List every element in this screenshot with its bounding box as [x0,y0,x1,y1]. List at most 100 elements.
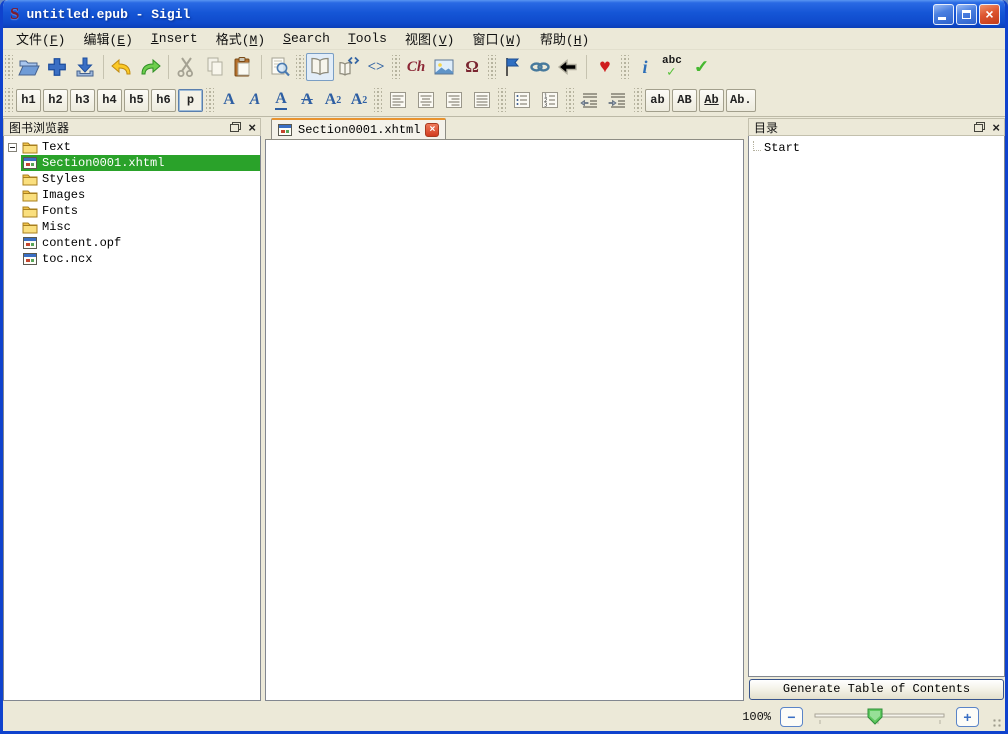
menu-view[interactable]: 视图(V) [396,27,463,50]
tree-item-toc-ncx[interactable]: toc.ncx [4,251,260,267]
zoom-slider[interactable] [812,706,947,728]
title-bar[interactable]: S untitled.epub - Sigil × [3,0,1005,28]
zoom-out-button[interactable]: − [780,707,803,727]
insert-id-button[interactable] [498,53,526,81]
uppercase-button[interactable]: AB [672,89,697,112]
tree-item-styles-folder[interactable]: Styles [4,171,260,187]
superscript-button[interactable]: A2 [346,88,372,112]
heading-3-button[interactable]: h3 [70,89,95,112]
toolbar-handle[interactable] [392,55,400,79]
validate-epub-button[interactable]: ✓ [687,53,715,81]
toolbar-handle[interactable] [374,88,382,112]
toolbar-handle[interactable] [296,55,304,79]
numbered-list-button[interactable] [536,86,564,114]
tree-item-images-folder[interactable]: Images [4,187,260,203]
close-button[interactable]: × [979,4,1000,25]
paste-button[interactable] [229,53,257,81]
tree-item-label: Text [42,140,71,154]
menu-file[interactable]: 文件(F) [7,27,74,50]
tree-item-fonts-folder[interactable]: Fonts [4,203,260,219]
maximize-button[interactable] [956,4,977,25]
toolbar-handle[interactable] [566,88,574,112]
close-panel-icon[interactable]: × [991,121,1001,134]
book-view-button[interactable] [306,53,334,81]
undo-button[interactable] [108,53,136,81]
menu-help[interactable]: 帮助(H) [531,27,598,50]
decrease-indent-button[interactable] [576,86,604,114]
add-existing-files-button[interactable] [43,53,71,81]
minimize-button[interactable] [933,4,954,25]
validate-check-icon: ✓ [695,54,708,80]
copy-button[interactable] [201,53,229,81]
toolbar-handle[interactable] [5,88,13,112]
menu-format[interactable]: 格式(M) [207,27,274,50]
insert-link-button[interactable] [526,53,554,81]
zoom-in-button[interactable]: + [956,707,979,727]
increase-indent-button[interactable] [604,86,632,114]
generate-toc-button[interactable]: Generate Table of Contents [749,679,1004,700]
tree-item-section0001[interactable]: Section0001.xhtml [4,155,260,171]
lowercase-button[interactable]: ab [645,89,670,112]
save-button[interactable] [71,53,99,81]
tab-label: Section0001.xhtml [298,123,420,137]
float-panel-icon[interactable] [230,122,241,132]
align-center-button[interactable] [412,86,440,114]
toolbar-handle[interactable] [498,88,506,112]
cut-button[interactable] [173,53,201,81]
toolbar-handle[interactable] [621,55,629,79]
heading-2-button[interactable]: h2 [43,89,68,112]
tree-item-content-opf[interactable]: content.opf [4,235,260,251]
close-panel-icon[interactable]: × [247,121,257,134]
heading-4-button[interactable]: h4 [97,89,122,112]
bulleted-list-button[interactable] [508,86,536,114]
menu-tools[interactable]: Tools [339,29,396,48]
align-right-button[interactable] [440,86,468,114]
underline-button[interactable]: A [268,88,294,112]
toc-tree: Start [748,136,1005,677]
redo-button[interactable] [136,53,164,81]
menu-insert[interactable]: Insert [142,29,207,48]
toc-button-bar: Generate Table of Contents [748,677,1005,701]
align-left-button[interactable] [384,86,412,114]
align-justify-button[interactable] [468,86,496,114]
italic-button[interactable]: A [242,88,268,112]
tree-item-misc-folder[interactable]: Misc [4,219,260,235]
split-view-button[interactable] [334,53,362,81]
metadata-editor-button[interactable]: i [631,53,659,81]
toolbar-handle[interactable] [206,88,214,112]
donate-button[interactable]: ♥ [591,53,619,81]
heading-5-button[interactable]: h5 [124,89,149,112]
toolbar-handle[interactable] [488,55,496,79]
find-replace-button[interactable] [266,53,294,81]
insert-special-character-button[interactable]: Ω [458,53,486,81]
tree-item-text-folder[interactable]: Text [4,139,260,155]
capitalize-button[interactable]: Ab. [726,89,756,112]
toolbar-handle[interactable] [5,55,13,79]
bold-button[interactable]: A [216,88,242,112]
subscript-button[interactable]: A2 [320,88,346,112]
back-to-link-button[interactable] [554,53,582,81]
insert-image-button[interactable] [430,53,458,81]
titlecase-button[interactable]: Ab [699,89,724,112]
toc-item-start[interactable]: Start [749,140,1004,156]
float-panel-icon[interactable] [974,122,985,132]
open-file-button[interactable] [15,53,43,81]
spellcheck-button[interactable]: abc ✓ [659,53,687,81]
tab-section0001[interactable]: Section0001.xhtml × [271,118,446,139]
strikethrough-button[interactable]: A [294,88,320,112]
menu-search[interactable]: Search [274,29,339,48]
toolbar-handle[interactable] [634,88,642,112]
editor-pane[interactable] [265,140,744,701]
collapse-icon[interactable] [8,143,17,152]
heading-1-button[interactable]: h1 [16,89,41,112]
code-view-button[interactable]: <> [362,53,390,81]
paragraph-button[interactable]: p [178,89,203,112]
book-browser-tree: Text Section0001.xhtml Styles Images Fon… [3,136,261,701]
heading-6-button[interactable]: h6 [151,89,176,112]
subscript-digit: 2 [336,95,341,106]
menu-edit[interactable]: 编辑(E) [74,27,141,50]
insert-chapter-break-button[interactable]: Ch [402,53,430,81]
menu-window[interactable]: 窗口(W) [463,27,530,50]
tab-close-button[interactable]: × [425,123,439,137]
resize-grip[interactable] [992,718,1002,728]
